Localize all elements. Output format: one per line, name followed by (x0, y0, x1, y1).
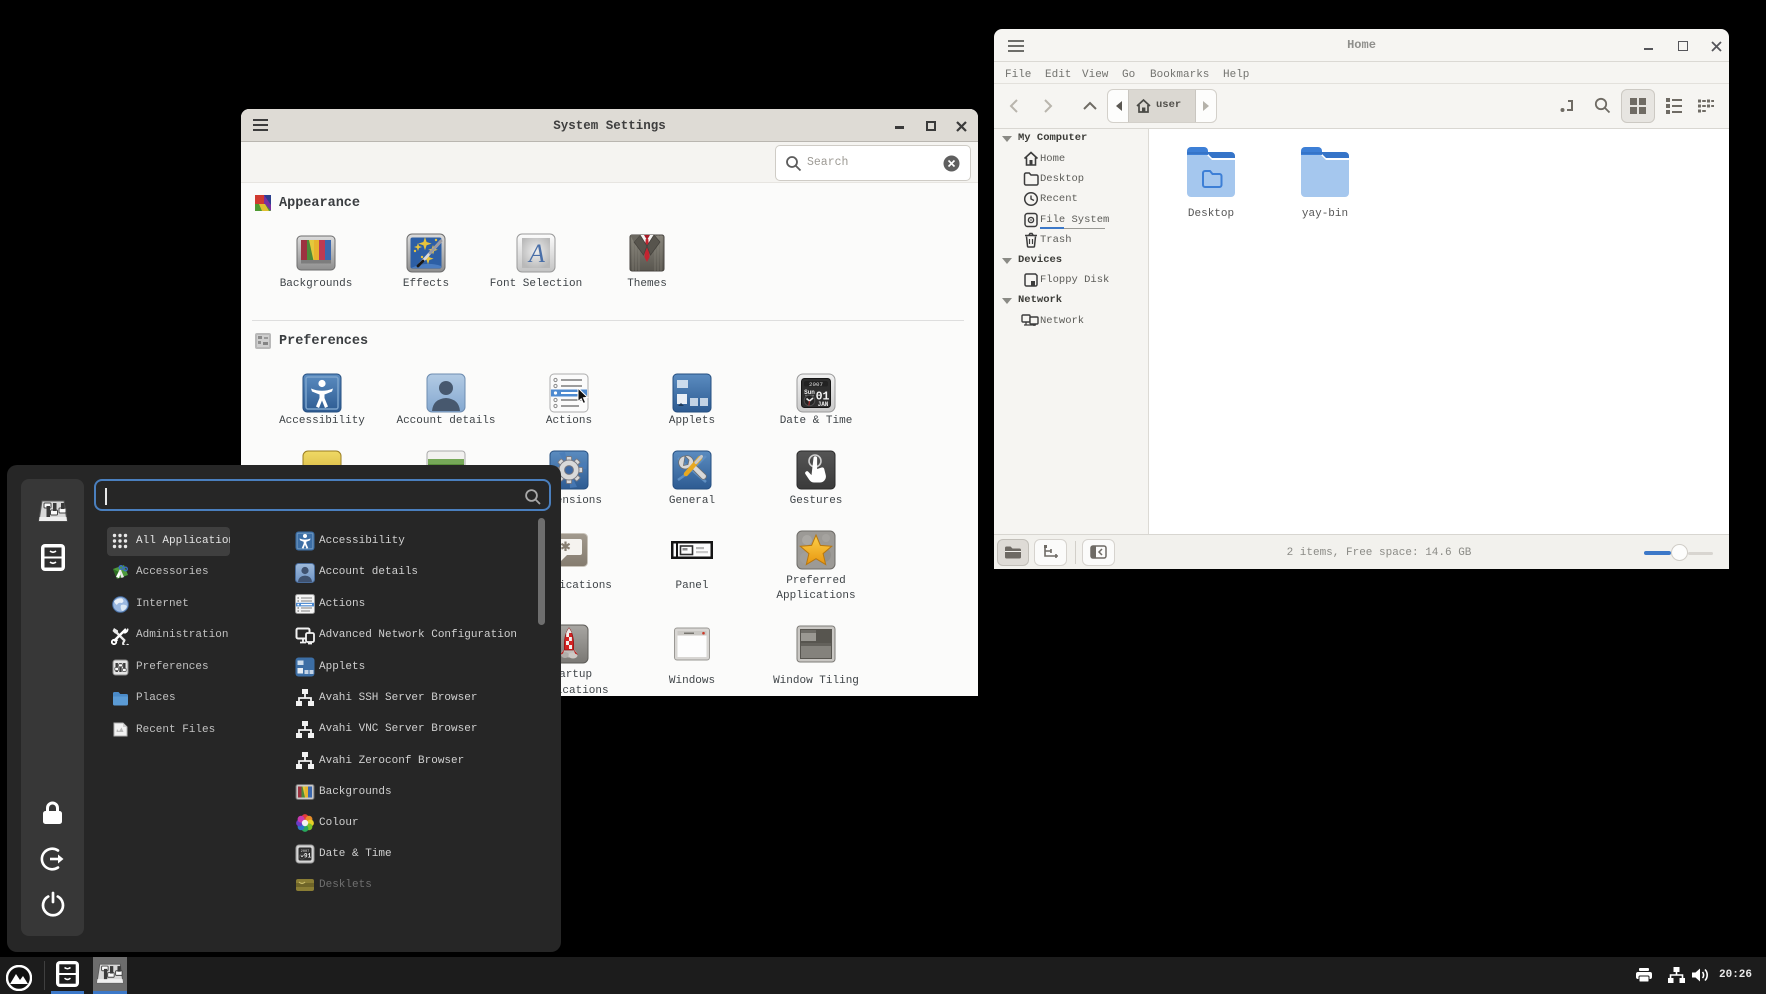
svg-text:A: A (527, 239, 545, 268)
svg-text:JAN: JAN (818, 401, 829, 408)
svg-text:01: 01 (304, 853, 312, 860)
svg-text:2007: 2007 (809, 381, 823, 388)
